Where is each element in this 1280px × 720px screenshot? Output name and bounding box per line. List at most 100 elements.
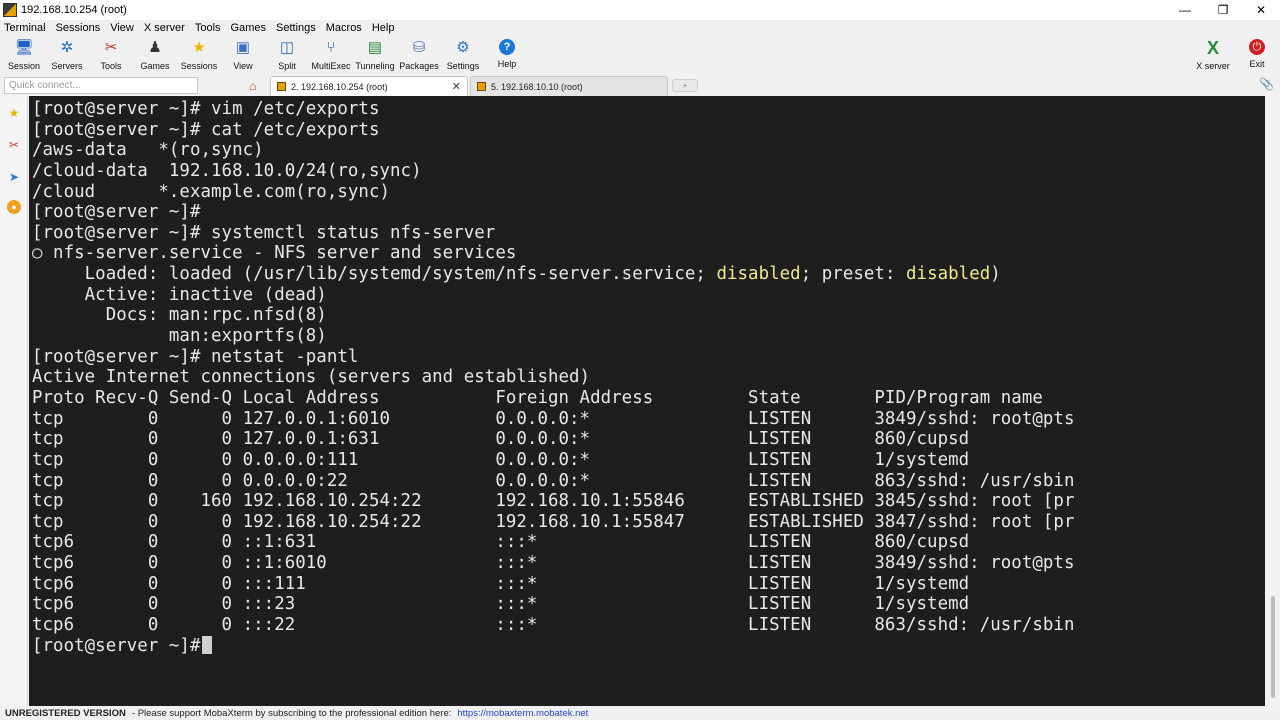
app-icon [3, 3, 17, 17]
view-button[interactable]: ▣ View [219, 37, 267, 73]
view-label: View [233, 61, 253, 71]
settings-icon: ⚙ [456, 39, 470, 56]
servers-label: Servers [51, 61, 83, 71]
terminal-line: tcp 0 160 192.168.10.254:22 192.168.10.1… [32, 491, 1075, 512]
terminal-line: ○ nfs-server.service - NFS server and se… [32, 243, 517, 264]
left-sidebar: ★ ✂ ➤ ● [0, 96, 28, 706]
terminal-line: Active: inactive (dead) [32, 284, 327, 305]
games-label: Games [140, 61, 170, 71]
split-button[interactable]: ◫ Split [263, 37, 311, 73]
menu-view[interactable]: View [110, 22, 134, 34]
sessions-label: Sessions [180, 61, 218, 71]
terminal-line: [root@server ~]# netstat -pantl [32, 346, 359, 367]
terminal-line: /aws-data *(ro,sync) [32, 140, 264, 161]
star-icon[interactable]: ★ [5, 104, 23, 122]
exit-label: Exit [1249, 59, 1265, 69]
terminal-prompt-line[interactable]: [root@server ~]# [32, 635, 1074, 657]
multiexec-label: MultiExec [311, 61, 351, 71]
terminal-line: [root@server ~]# vim /etc/exports [32, 99, 380, 119]
tools-label: Tools [100, 61, 122, 71]
x-server-icon: X [1206, 38, 1219, 58]
session-button[interactable]: 🖥 Session [0, 37, 48, 73]
menu-x-server[interactable]: X server [144, 22, 185, 34]
packages-label: Packages [399, 61, 439, 71]
window-title: 192.168.10.254 (root) [21, 4, 127, 16]
settings-button[interactable]: ⚙ Settings [439, 37, 487, 73]
attach-icon[interactable]: 📎 [1259, 77, 1274, 91]
tunneling-button[interactable]: ▤ Tunneling [351, 37, 399, 73]
view-icon: ▣ [235, 39, 251, 56]
terminal-line: tcp 0 0 127.0.0.1:6010 0.0.0.0:* LISTEN … [32, 408, 1075, 429]
packages-icon: ⛁ [412, 39, 426, 56]
terminal-area[interactable]: [root@server ~]# vim /etc/exports [root@s… [29, 96, 1265, 706]
terminal-line: tcp6 0 0 :::22 :::* LISTEN 863/sshd: /us… [32, 615, 1075, 636]
menu-macros[interactable]: Macros [326, 22, 362, 34]
terminal-line: Active Internet connections (servers and… [32, 367, 591, 388]
terminal-line: tcp6 0 0 :::23 :::* LISTEN 1/systemd [32, 594, 970, 615]
sessions-button[interactable]: ★ Sessions [175, 37, 223, 73]
mobaxterm-window: 192.168.10.254 (root) — ❐ ✕ Terminal Ses… [0, 0, 1280, 720]
toolbar: 🖥 Session ✲ Servers ✂ Tools ♟ Games ★ Se… [0, 36, 1280, 74]
help-icon: ? [499, 39, 515, 55]
terminal-line: Docs: man:rpc.nfsd(8) [32, 305, 327, 326]
highlighted-text: disabled [716, 264, 801, 285]
exit-button[interactable]: ⏻ Exit [1233, 37, 1280, 73]
split-label: Split [278, 61, 296, 71]
settings-label: Settings [446, 61, 480, 71]
x-server-button[interactable]: X X server [1189, 37, 1237, 73]
terminal-line: Proto Recv-Q Send-Q Local Address Foreig… [32, 387, 1043, 408]
terminal-line: tcp6 0 0 ::1:6010 :::* LISTEN 3849/sshd:… [32, 553, 1075, 574]
new-tab-button[interactable]: + [672, 79, 698, 92]
tunneling-label: Tunneling [355, 61, 395, 71]
tab-session-5[interactable]: 5. 192.168.10.10 (root) [470, 76, 668, 96]
terminal-line: /cloud *.example.com(ro,sync) [32, 181, 391, 202]
tab-row: Quick connect... ⌂ 2. 192.168.10.254 (ro… [0, 74, 1280, 96]
tab-session-2[interactable]: 2. 192.168.10.254 (root) ✕ [270, 76, 468, 96]
servers-button[interactable]: ✲ Servers [43, 37, 91, 73]
prompt-text: [root@server ~]# [32, 635, 201, 656]
exit-icon: ⏻ [1249, 39, 1265, 55]
session-icon: 🖥 [14, 39, 34, 56]
help-label: Help [497, 59, 517, 69]
send-icon[interactable]: ➤ [5, 168, 23, 186]
mobatek-link[interactable]: https://mobaxterm.mobatek.net [457, 708, 588, 719]
terminal-output: [root@server ~]# vim /etc/exports [root@s… [32, 99, 1074, 656]
multiexec-icon: ⑂ [326, 39, 336, 56]
tab-close-icon[interactable]: ✕ [452, 80, 461, 93]
tools-icon: ✂ [104, 39, 118, 56]
terminal-text: ) [990, 264, 1001, 285]
terminal-line: man:exportfs(8) [32, 326, 327, 347]
terminal-line: tcp 0 0 127.0.0.1:631 0.0.0.0:* LISTEN 8… [32, 429, 970, 450]
help-button[interactable]: ? Help [483, 37, 531, 73]
menu-help[interactable]: Help [372, 22, 395, 34]
quick-connect-input[interactable]: Quick connect... [4, 77, 198, 94]
tools-icon[interactable]: ✂ [5, 136, 23, 154]
multiexec-button[interactable]: ⑂ MultiExec [307, 37, 355, 73]
scrollbar-thumb[interactable] [1271, 596, 1275, 698]
games-icon: ♟ [148, 39, 162, 56]
status-bar: UNREGISTERED VERSION - Please support Mo… [0, 706, 1280, 720]
menu-games[interactable]: Games [231, 22, 266, 34]
restore-button[interactable]: ❐ [1204, 0, 1242, 20]
tools-button[interactable]: ✂ Tools [87, 37, 135, 73]
menu-sessions[interactable]: Sessions [56, 22, 101, 34]
terminal-scrollbar[interactable] [1265, 96, 1280, 706]
highlighted-text: disabled [906, 264, 991, 285]
terminal-line: tcp 0 0 0.0.0.0:22 0.0.0.0:* LISTEN 863/… [32, 470, 1075, 491]
tab-session-2-label: 2. 192.168.10.254 (root) [291, 81, 388, 92]
menu-terminal[interactable]: Terminal [4, 22, 46, 34]
home-tab[interactable]: ⌂ [236, 77, 270, 95]
terminal-tab-icon [277, 82, 286, 91]
x-server-label: X server [1196, 61, 1230, 71]
tab-session-5-label: 5. 192.168.10.10 (root) [491, 81, 583, 92]
macro-icon[interactable]: ● [7, 200, 21, 214]
menu-tools[interactable]: Tools [195, 22, 221, 34]
packages-button[interactable]: ⛁ Packages [395, 37, 443, 73]
close-button[interactable]: ✕ [1242, 0, 1280, 20]
games-button[interactable]: ♟ Games [131, 37, 179, 73]
tunneling-icon: ▤ [367, 39, 383, 56]
minimize-button[interactable]: — [1166, 0, 1204, 20]
menu-settings[interactable]: Settings [276, 22, 316, 34]
window-controls: — ❐ ✕ [1166, 0, 1280, 20]
terminal-line: [root@server ~]# cat /etc/exports [32, 119, 380, 140]
